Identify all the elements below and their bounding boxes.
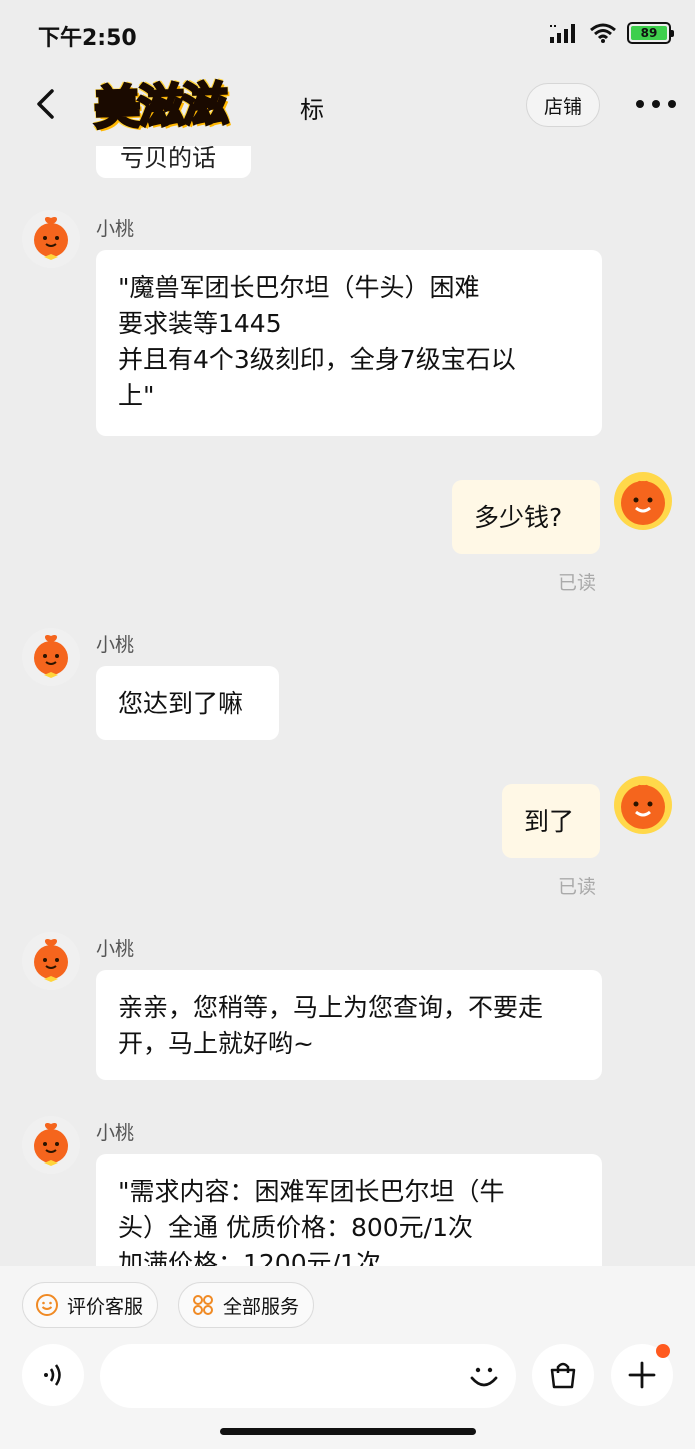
peach-mascot-icon <box>34 1123 68 1166</box>
message-line: 开，马上就好哟~ <box>118 1029 314 1058</box>
message-line: 亲亲，您稍等，马上为您查询，不要走 <box>118 993 544 1022</box>
page-title-partial: 标 <box>300 96 324 124</box>
message-line: "需求内容：困难军团长巴尔坦（牛 <box>118 1177 505 1206</box>
agent-avatar[interactable] <box>22 628 80 686</box>
chip-label: 评价客服 <box>67 1295 144 1318</box>
store-button[interactable]: 店铺 <box>526 83 600 127</box>
message-line: 上" <box>118 381 155 410</box>
sender-name: 小桃 <box>96 938 135 960</box>
message-bubble[interactable]: 您达到了嘛 <box>96 666 279 740</box>
message-text: 到了 <box>524 807 575 836</box>
voice-input-button[interactable] <box>22 1344 84 1406</box>
input-bar <box>0 1340 695 1449</box>
peach-mascot-icon <box>34 939 68 982</box>
smiley-icon <box>36 1294 58 1316</box>
message-bubble-partial: 亏贝的话 <box>96 146 251 178</box>
chip-label: 全部服务 <box>223 1295 300 1318</box>
shopping-bag-icon <box>550 1362 576 1389</box>
more-options-button[interactable] <box>636 90 676 118</box>
battery-icon: 89 <box>627 22 674 44</box>
signal-icon <box>550 24 575 43</box>
chevron-left-icon <box>37 89 54 119</box>
message-line: 要求装等1445 <box>118 309 282 338</box>
chat-header: 美滋滋 标 店铺 <box>0 64 695 146</box>
dot-icon <box>636 100 644 108</box>
battery-level: 89 <box>631 26 667 40</box>
message-text: 多少钱? <box>474 503 563 532</box>
sender-name: 小桃 <box>96 634 135 656</box>
status-icons: 89 <box>549 20 674 46</box>
message-bubble[interactable]: "需求内容：困难军团长巴尔坦（牛 头）全通 优质价格：800元/1次 加满价格：… <box>96 1154 602 1266</box>
status-bar: 下午2:50 89 <box>0 0 695 64</box>
agent-avatar[interactable] <box>22 1116 80 1174</box>
sender-name: 小桃 <box>96 218 135 240</box>
peach-mascot-icon <box>621 784 665 829</box>
user-avatar[interactable] <box>614 776 672 834</box>
message-line: "魔兽军团长巴尔坦（牛头）困难 <box>118 273 480 302</box>
message-line: 并且有4个3级刻印，全身7级宝石以 <box>118 345 516 374</box>
peach-mascot-icon <box>34 635 68 678</box>
emoji-button[interactable] <box>462 1354 506 1398</box>
user-avatar[interactable] <box>614 472 672 530</box>
notification-dot <box>656 1344 670 1358</box>
peach-mascot-icon <box>621 480 665 525</box>
read-status: 已读 <box>558 876 597 898</box>
message-bubble[interactable]: "魔兽军团长巴尔坦（牛头）困难 要求装等1445 并且有4个3级刻印，全身7级宝… <box>96 250 602 436</box>
agent-avatar[interactable] <box>22 932 80 990</box>
message-line: 加满价格：1200元/1次 <box>118 1249 381 1266</box>
logo-sticker: 美滋滋 <box>92 75 229 137</box>
read-status: 已读 <box>558 572 597 594</box>
message-bubble-self[interactable]: 多少钱? <box>452 480 600 554</box>
status-time: 下午2:50 <box>38 26 137 51</box>
chat-area[interactable]: 亏贝的话 小桃 "魔兽军团长巴尔坦（牛头）困难 要求装等1445 并且有4个3级… <box>0 146 695 1266</box>
quick-action-bar: 评价客服 全部服务 <box>0 1266 695 1340</box>
rate-service-button[interactable]: 评价客服 <box>22 1282 159 1328</box>
voice-icon <box>44 1364 61 1386</box>
message-line: 您达到了嘛 <box>118 689 244 718</box>
back-button[interactable] <box>26 84 66 124</box>
plus-icon <box>628 1361 656 1389</box>
emoji-icon <box>470 1367 498 1387</box>
agent-avatar[interactable] <box>22 210 80 268</box>
grid-flower-icon <box>193 1295 213 1315</box>
dot-icon <box>652 100 660 108</box>
message-text: 亏贝的话 <box>120 146 216 172</box>
message-input[interactable] <box>100 1344 516 1408</box>
home-indicator <box>220 1428 476 1435</box>
dot-icon <box>668 100 676 108</box>
message-bubble-self[interactable]: 到了 <box>502 784 600 858</box>
wifi-icon <box>590 23 616 43</box>
sender-name: 小桃 <box>96 1122 135 1144</box>
all-services-button[interactable]: 全部服务 <box>178 1282 315 1328</box>
peach-mascot-icon <box>34 217 68 260</box>
shopping-bag-button[interactable] <box>532 1344 594 1406</box>
message-line: 头）全通 优质价格：800元/1次 <box>118 1213 473 1242</box>
message-bubble[interactable]: 亲亲，您稍等，马上为您查询，不要走 开，马上就好哟~ <box>96 970 602 1080</box>
